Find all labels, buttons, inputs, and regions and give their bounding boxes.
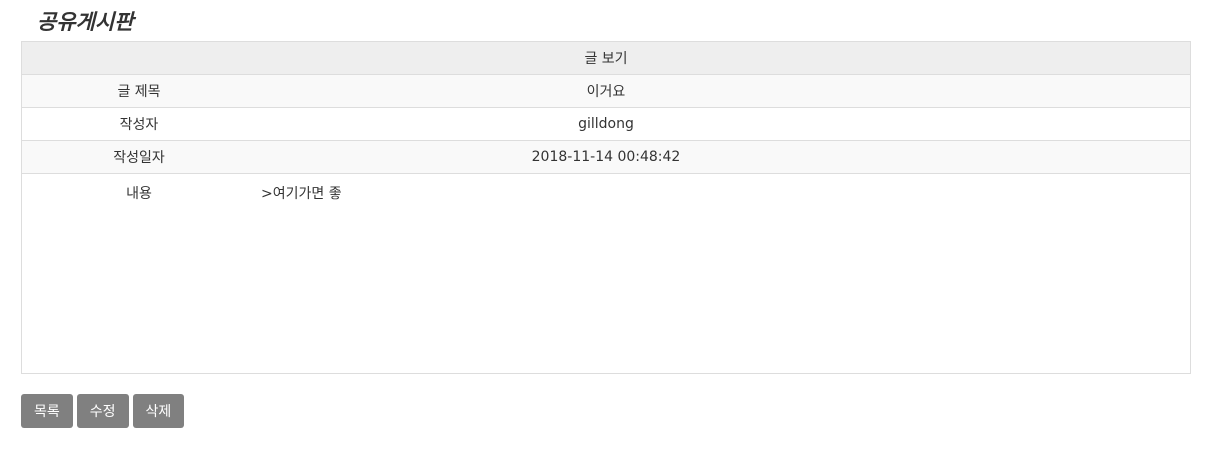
author-row: 작성자 gilldong: [22, 108, 1190, 141]
date-label: 작성일자: [113, 150, 165, 166]
page: 공유게시판 글 보기 글 제목 이거요 작성자 gilldong 작성일자 20…: [0, 0, 1219, 464]
delete-button[interactable]: 삭제: [132, 394, 185, 428]
button-bar: 목록 수정 삭제: [21, 394, 185, 428]
title-row: 글 제목 이거요: [22, 75, 1190, 108]
author-label: 작성자: [119, 117, 159, 133]
title-label: 글 제목: [117, 84, 161, 100]
date-row: 작성일자 2018-11-14 00:48:42: [22, 141, 1190, 174]
list-button[interactable]: 목록: [21, 394, 73, 428]
author-value: gilldong: [578, 116, 634, 132]
post-view-table: 글 보기 글 제목 이거요 작성자 gilldong 작성일자 2018-11-…: [21, 41, 1191, 374]
content-value: >여기가면 좋: [261, 186, 342, 202]
table-header: 글 보기: [22, 42, 1190, 75]
title-value: 이거요: [586, 84, 626, 100]
content-row: 내용 >여기가면 좋: [22, 174, 1190, 373]
page-title: 공유게시판: [37, 10, 134, 34]
content-label: 내용: [126, 186, 152, 202]
edit-button[interactable]: 수정: [76, 394, 129, 428]
date-value: 2018-11-14 00:48:42: [531, 149, 681, 165]
